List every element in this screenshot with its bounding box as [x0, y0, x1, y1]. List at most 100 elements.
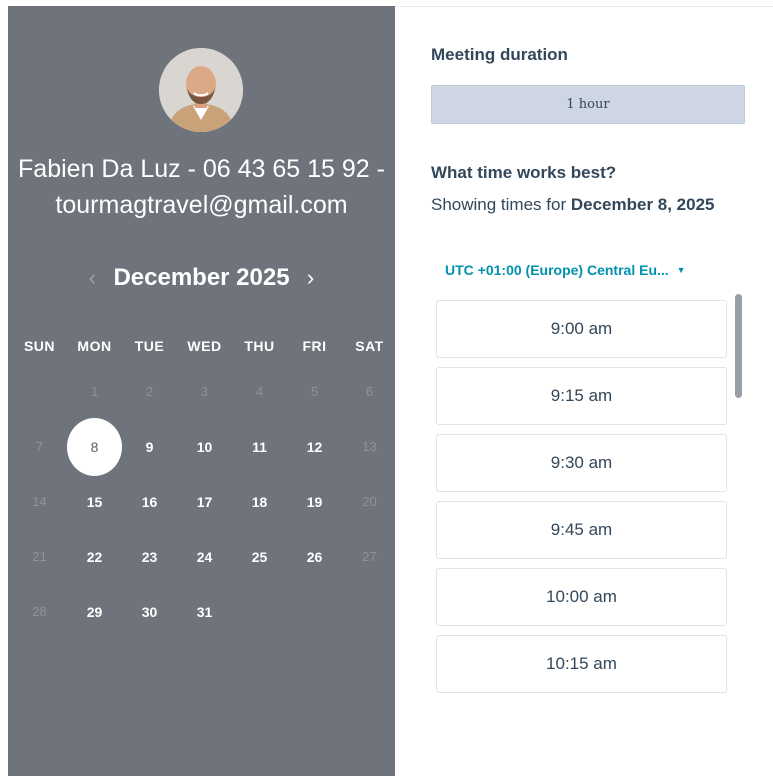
- calendar-day-label: 6: [365, 384, 374, 399]
- time-slot-button[interactable]: 9:00 am: [436, 300, 727, 358]
- calendar-days: 1 2 3 4 5 6 7 8 9 10 11 12 13 14 15 16 17 18 19 20 21 22 23 24 2…: [12, 364, 396, 639]
- calendar-day: 27: [342, 529, 397, 584]
- calendar-day: 20: [342, 474, 397, 529]
- calendar-day-label: 16: [141, 493, 158, 510]
- calendar-day-label: 5: [310, 384, 319, 399]
- calendar-day-label: 21: [32, 549, 47, 564]
- calendar-day-label: 19: [306, 493, 323, 510]
- showing-date: December 8, 2025: [570, 195, 715, 214]
- caret-down-icon: ▼: [676, 265, 686, 275]
- calendar-day-label: 20: [362, 494, 377, 509]
- calendar-day-label: 28: [32, 604, 47, 619]
- calendar-day-label: 11: [252, 438, 267, 455]
- calendar-grid: SUN MON TUE WED THU FRI SAT 1 2 3 4 5 6 7 8 9 10 11 12 13 1…: [12, 328, 396, 639]
- calendar-day: 5: [287, 364, 342, 419]
- time-slot-list: 9:00 am 9:15 am 9:30 am 9:45 am 10:00 am 10:1…: [436, 300, 727, 702]
- calendar-day-label: 7: [35, 439, 44, 454]
- time-title: What time works best?: [431, 163, 617, 182]
- calendar-day-label: 27: [362, 549, 377, 564]
- calendar-day: 14: [12, 474, 67, 529]
- calendar-day-label: 13: [362, 439, 377, 454]
- booking-panel: Meeting duration 1 hour What time works …: [395, 0, 773, 776]
- calendar-day-label: 26: [306, 548, 323, 565]
- divider: [395, 6, 773, 7]
- calendar-day-label: 23: [141, 548, 158, 565]
- calendar-day[interactable]: 8: [67, 417, 122, 476]
- weekday-label: FRI: [302, 338, 327, 354]
- calendar-day-label: 15: [86, 493, 103, 510]
- weekday-label: SAT: [355, 338, 384, 354]
- calendar-day-label: 8: [67, 417, 122, 476]
- calendar-day[interactable]: 29: [67, 584, 122, 639]
- calendar-day: 4: [232, 364, 287, 419]
- calendar-day-label: 10: [196, 438, 213, 455]
- calendar-day[interactable]: 25: [232, 529, 287, 584]
- time-slot-button[interactable]: 10:00 am: [436, 568, 727, 626]
- month-navigation: ‹ December 2025 ›: [8, 261, 395, 295]
- calendar-day-label: 3: [200, 384, 209, 399]
- calendar-day: 7: [12, 419, 67, 474]
- calendar-day: 13: [342, 419, 397, 474]
- avatar: [159, 48, 243, 132]
- calendar-day[interactable]: 10: [177, 419, 232, 474]
- calendar-day[interactable]: 24: [177, 529, 232, 584]
- calendar-day[interactable]: 11: [232, 419, 287, 474]
- showing-prefix: Showing times for: [431, 195, 571, 214]
- calendar-day-label: 2: [145, 384, 154, 399]
- calendar-empty-cell: [12, 364, 67, 419]
- calendar-day-label: 1: [90, 384, 99, 399]
- calendar-day[interactable]: 31: [177, 584, 232, 639]
- calendar-day-label: 18: [251, 493, 268, 510]
- timezone-dropdown[interactable]: UTC +01:00 (Europe) Central Eu... ▼: [445, 262, 735, 278]
- month-label: December 2025: [113, 264, 290, 291]
- calendar-day-label: 17: [196, 493, 213, 510]
- calendar-day[interactable]: 12: [287, 419, 342, 474]
- calendar-day[interactable]: 22: [67, 529, 122, 584]
- time-slot-button[interactable]: 9:45 am: [436, 501, 727, 559]
- calendar-day-label: 25: [251, 548, 268, 565]
- calendar-day[interactable]: 26: [287, 529, 342, 584]
- weekday-label: THU: [244, 338, 275, 354]
- chevron-left-icon[interactable]: ‹: [79, 261, 105, 295]
- calendar-day-label: 14: [32, 494, 47, 509]
- calendar-day: 21: [12, 529, 67, 584]
- calendar-day-label: 31: [196, 603, 213, 620]
- calendar-day[interactable]: 23: [122, 529, 177, 584]
- calendar-day-label: 24: [196, 548, 213, 565]
- calendar-day[interactable]: 18: [232, 474, 287, 529]
- scrollbar[interactable]: [735, 294, 742, 398]
- chevron-right-icon[interactable]: ›: [298, 261, 324, 295]
- weekday-label: MON: [77, 338, 112, 354]
- duration-button[interactable]: 1 hour: [431, 85, 745, 124]
- calendar-panel: Fabien Da Luz - 06 43 65 15 92 - tourmag…: [8, 6, 395, 776]
- calendar-day[interactable]: 15: [67, 474, 122, 529]
- calendar-day: 28: [12, 584, 67, 639]
- calendar-day-label: 22: [86, 548, 103, 565]
- calendar-day[interactable]: 17: [177, 474, 232, 529]
- time-slot-button[interactable]: 9:30 am: [436, 434, 727, 492]
- time-slot-button[interactable]: 9:15 am: [436, 367, 727, 425]
- calendar-day: 3: [177, 364, 232, 419]
- calendar-day: 2: [122, 364, 177, 419]
- weekday-label: SUN: [23, 338, 56, 354]
- calendar-day: 1: [67, 364, 122, 419]
- calendar-day[interactable]: 19: [287, 474, 342, 529]
- time-slot-button[interactable]: 10:15 am: [436, 635, 727, 693]
- calendar-day-label: 29: [86, 603, 103, 620]
- host-name: Fabien Da Luz - 06 43 65 15 92 - tourmag…: [18, 155, 385, 219]
- timezone-label: UTC +01:00 (Europe) Central Eu...: [445, 262, 669, 278]
- calendar-day-label: 12: [306, 438, 323, 455]
- calendar-day-label: 9: [145, 438, 154, 455]
- calendar-day[interactable]: 9: [122, 419, 177, 474]
- weekday-label: WED: [187, 338, 222, 354]
- weekday-header: SUN MON TUE WED THU FRI SAT: [12, 328, 396, 364]
- weekday-label: TUE: [134, 338, 165, 354]
- calendar-day-label: 30: [141, 603, 158, 620]
- host-photo: [159, 48, 243, 132]
- calendar-day[interactable]: 30: [122, 584, 177, 639]
- duration-title: Meeting duration: [431, 45, 568, 64]
- calendar-day: 6: [342, 364, 397, 419]
- showing-times-text: Showing times for December 8, 2025: [431, 191, 731, 218]
- calendar-day[interactable]: 16: [122, 474, 177, 529]
- calendar-day-label: 4: [255, 384, 264, 399]
